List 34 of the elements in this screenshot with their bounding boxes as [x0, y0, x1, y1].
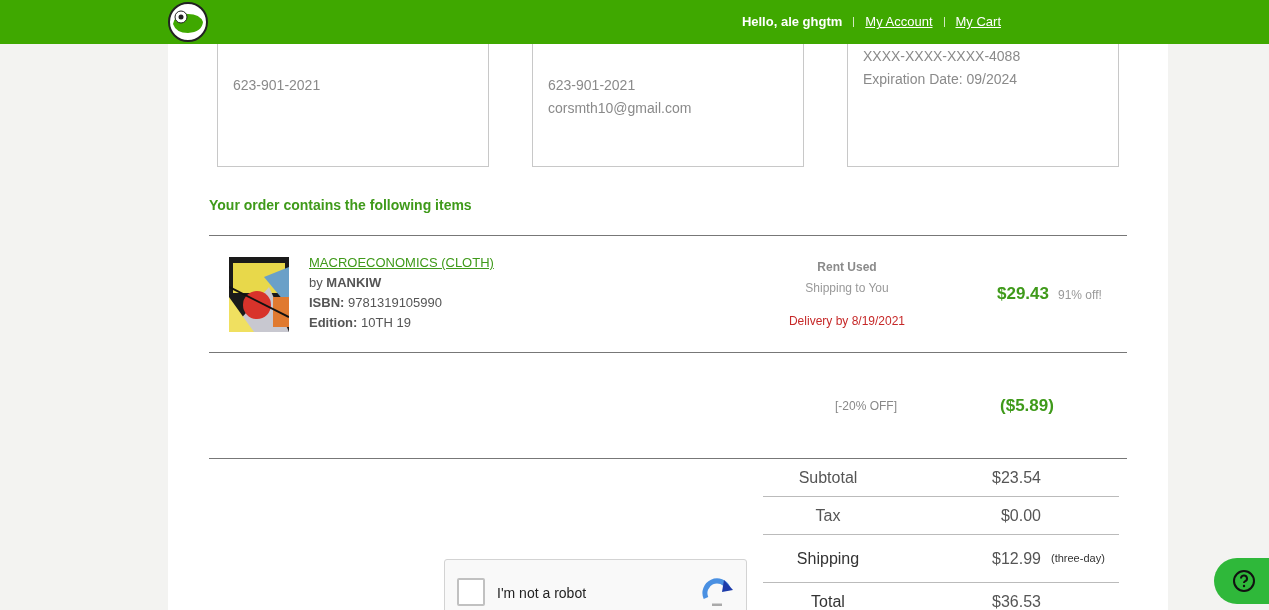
summary-label: Total: [810, 591, 846, 610]
info-line: 623-901-2021: [233, 76, 322, 95]
isbn-line: ISBN: 9781319105990: [309, 293, 443, 312]
summary-label: Shipping: [795, 548, 861, 569]
info-line: 623-901-2021: [548, 76, 637, 95]
rental-type: Rent Used: [816, 258, 878, 276]
info-line: Expiration Date: 09/2024: [863, 70, 1019, 89]
author-line: by MANKIW: [309, 273, 383, 292]
greeting: Hello, ale ghgtm: [741, 13, 843, 32]
account-link[interactable]: My Account: [865, 12, 933, 32]
summary-value: $12.99: [991, 548, 1041, 569]
discount-percent: 91% off!: [1058, 287, 1102, 305]
info-line: corsmth10@gmail.com: [548, 99, 693, 118]
refresh-arrows-icon: [702, 578, 734, 606]
summary-value: $0.00: [999, 505, 1041, 526]
coupon-amount: ($5.89): [1000, 394, 1054, 417]
delivery-date: Delivery by 8/19/2021: [787, 312, 907, 330]
shipping-note: (three-day): [1051, 551, 1105, 567]
question-icon: [1232, 569, 1256, 593]
book-title-link[interactable]: MACROECONOMICS (CLOTH): [309, 252, 494, 273]
account-link[interactable]: My Cart: [955, 12, 1001, 32]
summary-label: Subtotal: [797, 467, 859, 488]
order-heading: Your order contains the following items: [209, 196, 473, 215]
frog-logo[interactable]: [168, 2, 208, 42]
captcha-label: I'm not a robot: [497, 584, 587, 603]
edition-line: Edition: 10TH 19: [309, 313, 412, 332]
info-line: XXXX-XXXX-XXXX-4088: [863, 47, 1022, 66]
shipping-label: Shipping to You: [804, 279, 890, 297]
coupon-label: [-20% OFF]: [835, 397, 897, 415]
captcha-checkbox[interactable]: [457, 578, 485, 606]
summary-value: $36.53: [991, 591, 1041, 610]
summary-value: $23.54: [991, 467, 1041, 488]
item-price: $29.43: [997, 283, 1049, 306]
summary-label: Tax: [814, 505, 842, 526]
